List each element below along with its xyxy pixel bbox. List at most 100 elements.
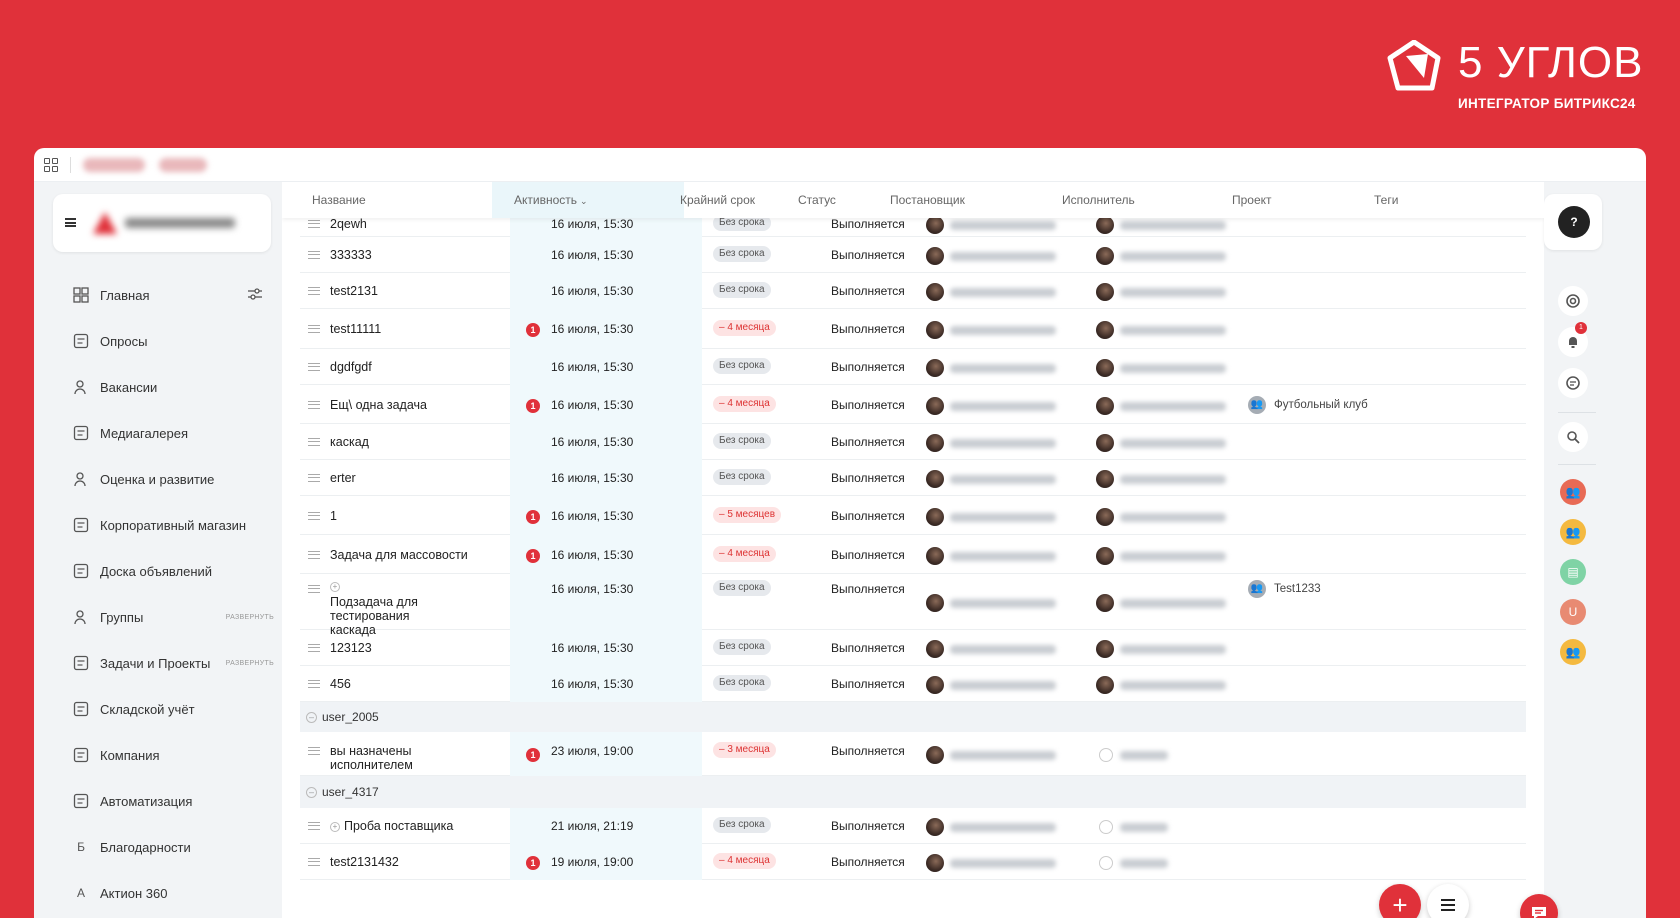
task-name-link[interactable]: test11111 bbox=[330, 322, 381, 336]
creator-name[interactable] bbox=[950, 513, 1056, 522]
drag-handle-icon[interactable] bbox=[308, 325, 320, 333]
responsible-name[interactable] bbox=[1120, 364, 1226, 373]
sidebar-item-2[interactable]: Вакансии bbox=[34, 364, 282, 410]
creator-name[interactable] bbox=[950, 859, 1056, 868]
creator-avatar[interactable] bbox=[926, 283, 944, 301]
responsible-avatar[interactable] bbox=[1096, 470, 1114, 488]
sidebar-item-10[interactable]: Компания bbox=[34, 732, 282, 778]
deadline-badge[interactable]: – 4 месяца bbox=[713, 546, 776, 562]
responsible-avatar[interactable] bbox=[1096, 594, 1114, 612]
table-row[interactable]: Задача для массовости 1 16 июля, 15:30 – 4 … bbox=[300, 535, 1526, 574]
table-row[interactable]: dgdfgdf 16 июля, 15:30 Без срока Выполняетс… bbox=[300, 349, 1526, 385]
sidebar-item-11[interactable]: Автоматизация bbox=[34, 778, 282, 824]
copilot-icon[interactable] bbox=[1558, 286, 1588, 316]
creator-avatar[interactable] bbox=[926, 508, 944, 526]
drag-handle-icon[interactable] bbox=[308, 438, 320, 446]
sidebar-item-8[interactable]: Задачи и Проекты РАЗВЕРНУТЬ bbox=[34, 640, 282, 686]
task-name-link[interactable]: Задача для массовости bbox=[330, 548, 468, 562]
responsible-avatar[interactable] bbox=[1096, 283, 1114, 301]
deadline-badge[interactable]: Без срока bbox=[713, 580, 771, 596]
drag-handle-icon[interactable] bbox=[308, 644, 320, 652]
responsible-name[interactable] bbox=[1120, 288, 1226, 297]
deadline-badge[interactable]: Без срока bbox=[713, 246, 771, 262]
column-header-7[interactable]: Теги bbox=[1374, 182, 1398, 218]
apps-grid-icon[interactable] bbox=[44, 157, 58, 172]
responsible-avatar[interactable] bbox=[1096, 321, 1114, 339]
user-avatar[interactable]: U bbox=[1560, 599, 1586, 625]
column-header-0[interactable]: Название bbox=[312, 182, 366, 218]
responsible-avatar[interactable] bbox=[1096, 854, 1114, 872]
group-avatar[interactable]: 👥 bbox=[1560, 479, 1586, 505]
responsible-avatar[interactable] bbox=[1096, 247, 1114, 265]
subtask-toggle-icon[interactable]: + bbox=[330, 821, 340, 832]
task-name-link[interactable]: dgdfgdf bbox=[330, 360, 372, 374]
responsible-name[interactable] bbox=[1120, 681, 1226, 690]
creator-name[interactable] bbox=[950, 326, 1056, 335]
responsible-name[interactable] bbox=[1120, 552, 1226, 561]
task-name-link[interactable]: 1 bbox=[330, 509, 337, 523]
column-header-2[interactable]: Крайний срок bbox=[680, 182, 755, 218]
task-name-link[interactable]: + Подзадача для тестирования каскада bbox=[330, 582, 445, 637]
deadline-badge[interactable]: – 5 месяцев bbox=[713, 507, 782, 523]
deadline-badge[interactable]: – 3 месяца bbox=[713, 742, 776, 758]
column-header-4[interactable]: Постановщик bbox=[890, 182, 965, 218]
column-header-1[interactable]: Активность bbox=[514, 182, 577, 218]
table-row[interactable]: + Подзадача для тестирования каскада 16 ию… bbox=[300, 574, 1526, 637]
responsible-name[interactable] bbox=[1120, 221, 1226, 230]
deadline-badge[interactable]: Без срока bbox=[713, 817, 771, 833]
task-name-link[interactable]: Ещ\ одна задача bbox=[330, 398, 427, 412]
creator-avatar[interactable] bbox=[926, 746, 944, 764]
creator-avatar[interactable] bbox=[926, 547, 944, 565]
add-task-button[interactable]: + bbox=[1379, 884, 1421, 918]
creator-name[interactable] bbox=[950, 402, 1056, 411]
table-row[interactable]: 333333 16 июля, 15:30 Без срока Выполняется bbox=[300, 237, 1526, 273]
creator-name[interactable] bbox=[950, 439, 1056, 448]
bell-icon[interactable]: 1 bbox=[1558, 322, 1588, 357]
deadline-badge[interactable]: – 4 месяца bbox=[713, 853, 776, 869]
table-row[interactable]: 1 1 16 июля, 15:30 – 5 месяцев Выполняется bbox=[300, 496, 1526, 535]
responsible-avatar[interactable] bbox=[1096, 508, 1114, 526]
drag-handle-icon[interactable] bbox=[308, 822, 320, 830]
creator-name[interactable] bbox=[950, 552, 1056, 561]
sidebar-item-0[interactable]: Главная bbox=[34, 272, 282, 318]
creator-avatar[interactable] bbox=[926, 594, 944, 612]
deadline-badge[interactable]: Без срока bbox=[713, 282, 771, 298]
sidebar-item-1[interactable]: Опросы bbox=[34, 318, 282, 364]
drag-handle-icon[interactable] bbox=[308, 251, 320, 259]
sidebar-item-13[interactable]: А Актион 360 bbox=[34, 870, 282, 916]
collapse-icon[interactable]: – bbox=[306, 787, 317, 798]
deadline-badge[interactable]: Без срока bbox=[713, 433, 771, 449]
help-button[interactable]: ? bbox=[1558, 206, 1590, 238]
responsible-avatar[interactable] bbox=[1096, 676, 1114, 694]
deadline-badge[interactable]: Без срока bbox=[713, 675, 771, 691]
sidebar-item-12[interactable]: Б Благодарности bbox=[34, 824, 282, 870]
creator-name[interactable] bbox=[950, 823, 1056, 832]
responsible-name[interactable] bbox=[1120, 513, 1226, 522]
responsible-avatar[interactable] bbox=[1096, 547, 1114, 565]
drag-handle-icon[interactable] bbox=[308, 858, 320, 866]
responsible-avatar[interactable] bbox=[1096, 359, 1114, 377]
group-avatar[interactable]: 👥 bbox=[1560, 519, 1586, 545]
drag-handle-icon[interactable] bbox=[308, 363, 320, 371]
deadline-badge[interactable]: Без срока bbox=[713, 358, 771, 374]
creator-name[interactable] bbox=[950, 252, 1056, 261]
settings-sliders-icon[interactable] bbox=[248, 287, 262, 305]
expand-link[interactable]: РАЗВЕРНУТЬ bbox=[226, 614, 274, 621]
deadline-badge[interactable]: – 4 месяца bbox=[713, 320, 776, 336]
task-name-link[interactable]: 456 bbox=[330, 677, 351, 691]
table-row[interactable]: + Проба поставщика 21 июля, 21:19 Без срока… bbox=[300, 808, 1526, 844]
search-icon[interactable] bbox=[1558, 422, 1588, 452]
creator-avatar[interactable] bbox=[926, 434, 944, 452]
table-row[interactable]: test2131 16 июля, 15:30 Без срока Выполняет… bbox=[300, 273, 1526, 309]
responsible-name[interactable] bbox=[1120, 751, 1168, 760]
column-header-5[interactable]: Исполнитель bbox=[1062, 182, 1135, 218]
creator-name[interactable] bbox=[950, 364, 1056, 373]
creator-avatar[interactable] bbox=[926, 640, 944, 658]
drag-handle-icon[interactable] bbox=[308, 401, 320, 409]
group-header[interactable]: – user_2005 bbox=[300, 702, 1526, 732]
responsible-name[interactable] bbox=[1120, 439, 1226, 448]
blurred-tab[interactable] bbox=[83, 157, 145, 172]
table-row[interactable]: 123123 16 июля, 15:30 Без срока Выполняется bbox=[300, 630, 1526, 666]
creator-avatar[interactable] bbox=[926, 397, 944, 415]
creator-avatar[interactable] bbox=[926, 216, 944, 234]
